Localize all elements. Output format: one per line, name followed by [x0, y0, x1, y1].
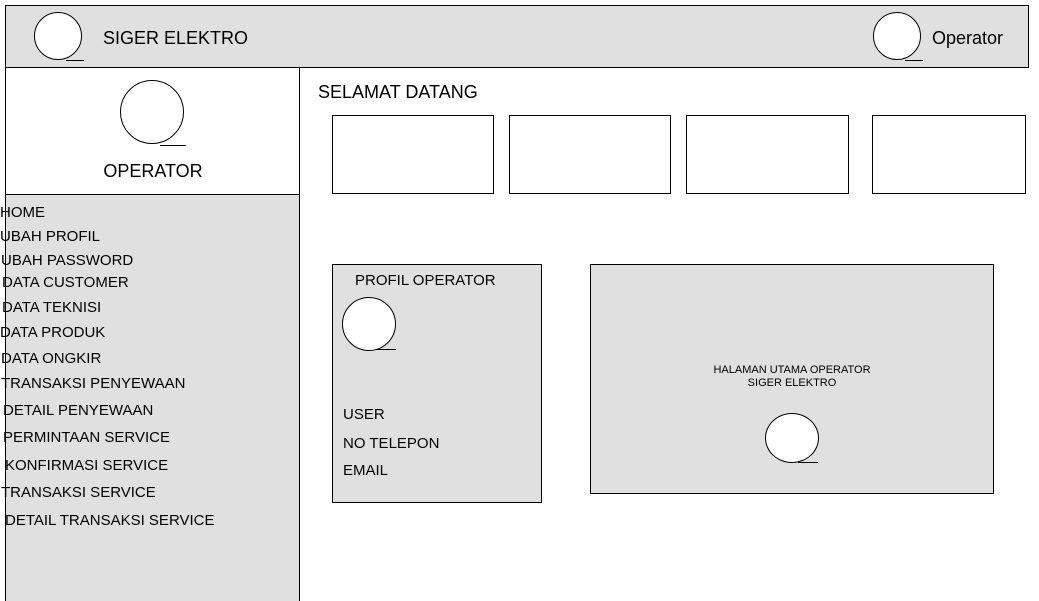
sidebar-item-permintaan-service[interactable]: PERMINTAAN SERVICE — [3, 429, 170, 446]
sidebar-avatar-icon — [120, 80, 184, 144]
home-info-line-2: SIGER ELEKTRO — [747, 377, 837, 389]
home-panel-icon-tick — [798, 462, 818, 463]
stat-card-4[interactable] — [872, 115, 1026, 194]
profile-panel-title: PROFIL OPERATOR — [355, 272, 496, 289]
stat-card-1[interactable] — [332, 115, 494, 194]
user-avatar-icon[interactable] — [873, 12, 921, 60]
sidebar-item-ubah-profil[interactable]: UBAH PROFIL — [0, 228, 100, 245]
sidebar-item-ubah-password[interactable]: UBAH PASSWORD — [1, 252, 133, 269]
sidebar-role-label: OPERATOR — [103, 161, 203, 181]
stat-card-2[interactable] — [509, 115, 671, 194]
profile-avatar-icon — [342, 297, 396, 351]
logo-icon-tick — [66, 60, 84, 61]
profile-field-email: EMAIL — [343, 462, 389, 479]
sidebar-item-data-ongkir[interactable]: DATA ONGKIR — [1, 350, 101, 367]
sidebar-item-konfirmasi-service[interactable]: KONFIRMASI SERVICE — [5, 457, 168, 474]
sidebar-item-data-customer[interactable]: DATA CUSTOMER — [2, 274, 129, 291]
sidebar-item-transaksi-service[interactable]: TRANSAKSI SERVICE — [1, 484, 156, 501]
sidebar-item-transaksi-penyewaan[interactable]: TRANSAKSI PENYEWAAN — [1, 375, 185, 392]
logo-icon[interactable] — [34, 12, 82, 60]
stat-card-3[interactable] — [686, 115, 849, 194]
profile-avatar-icon-tick — [376, 349, 396, 350]
home-info-line-1: HALAMAN UTAMA OPERATOR — [713, 364, 871, 376]
user-avatar-icon-tick — [905, 60, 923, 61]
sidebar-item-home[interactable]: HOME — [0, 204, 45, 221]
home-panel-icon — [765, 413, 819, 463]
sidebar-item-data-teknisi[interactable]: DATA TEKNISI — [2, 299, 101, 316]
sidebar-item-detail-transaksi-service[interactable]: DETAIL TRANSAKSI SERVICE — [5, 512, 215, 529]
sidebar-avatar-icon-tick — [160, 145, 186, 146]
home-info-text: HALAMAN UTAMA OPERATOR SIGER ELEKTRO — [590, 364, 994, 390]
profile-field-no-telepon: NO TELEPON — [343, 435, 440, 452]
sidebar-item-detail-penyewaan[interactable]: DETAIL PENYEWAAN — [3, 402, 153, 419]
profile-field-user: USER — [343, 406, 385, 423]
app-title: SIGER ELEKTRO — [103, 28, 249, 48]
welcome-heading: SELAMAT DATANG — [318, 82, 478, 102]
header-user-label[interactable]: Operator — [932, 28, 1003, 49]
sidebar-item-data-produk[interactable]: DATA PRODUK — [0, 324, 105, 341]
